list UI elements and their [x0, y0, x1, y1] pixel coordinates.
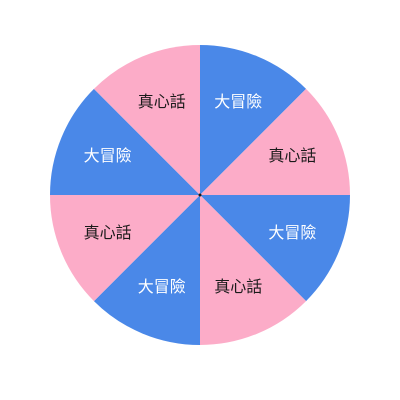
spin-wheel-stage: 大冒險 真心話 大冒險 真心話 大冒險 真心話 大冒險 真心話: [0, 0, 400, 400]
wheel-segment-label: 真心話: [214, 277, 262, 296]
wheel-segment-label: 真心話: [268, 146, 316, 165]
wheel-segment-label: 真心話: [138, 92, 186, 111]
wheel-segment-label: 大冒險: [268, 223, 316, 242]
wheel-segment-label: 大冒險: [214, 92, 262, 111]
spin-wheel[interactable]: 大冒險真心話大冒險真心話大冒險真心話大冒險真心話: [0, 0, 400, 400]
wheel-segment-label: 大冒險: [138, 277, 186, 296]
wheel-segment-label: 真心話: [84, 223, 132, 242]
wheel-center-dot: [198, 193, 202, 197]
wheel-segment-label: 大冒險: [84, 146, 132, 165]
